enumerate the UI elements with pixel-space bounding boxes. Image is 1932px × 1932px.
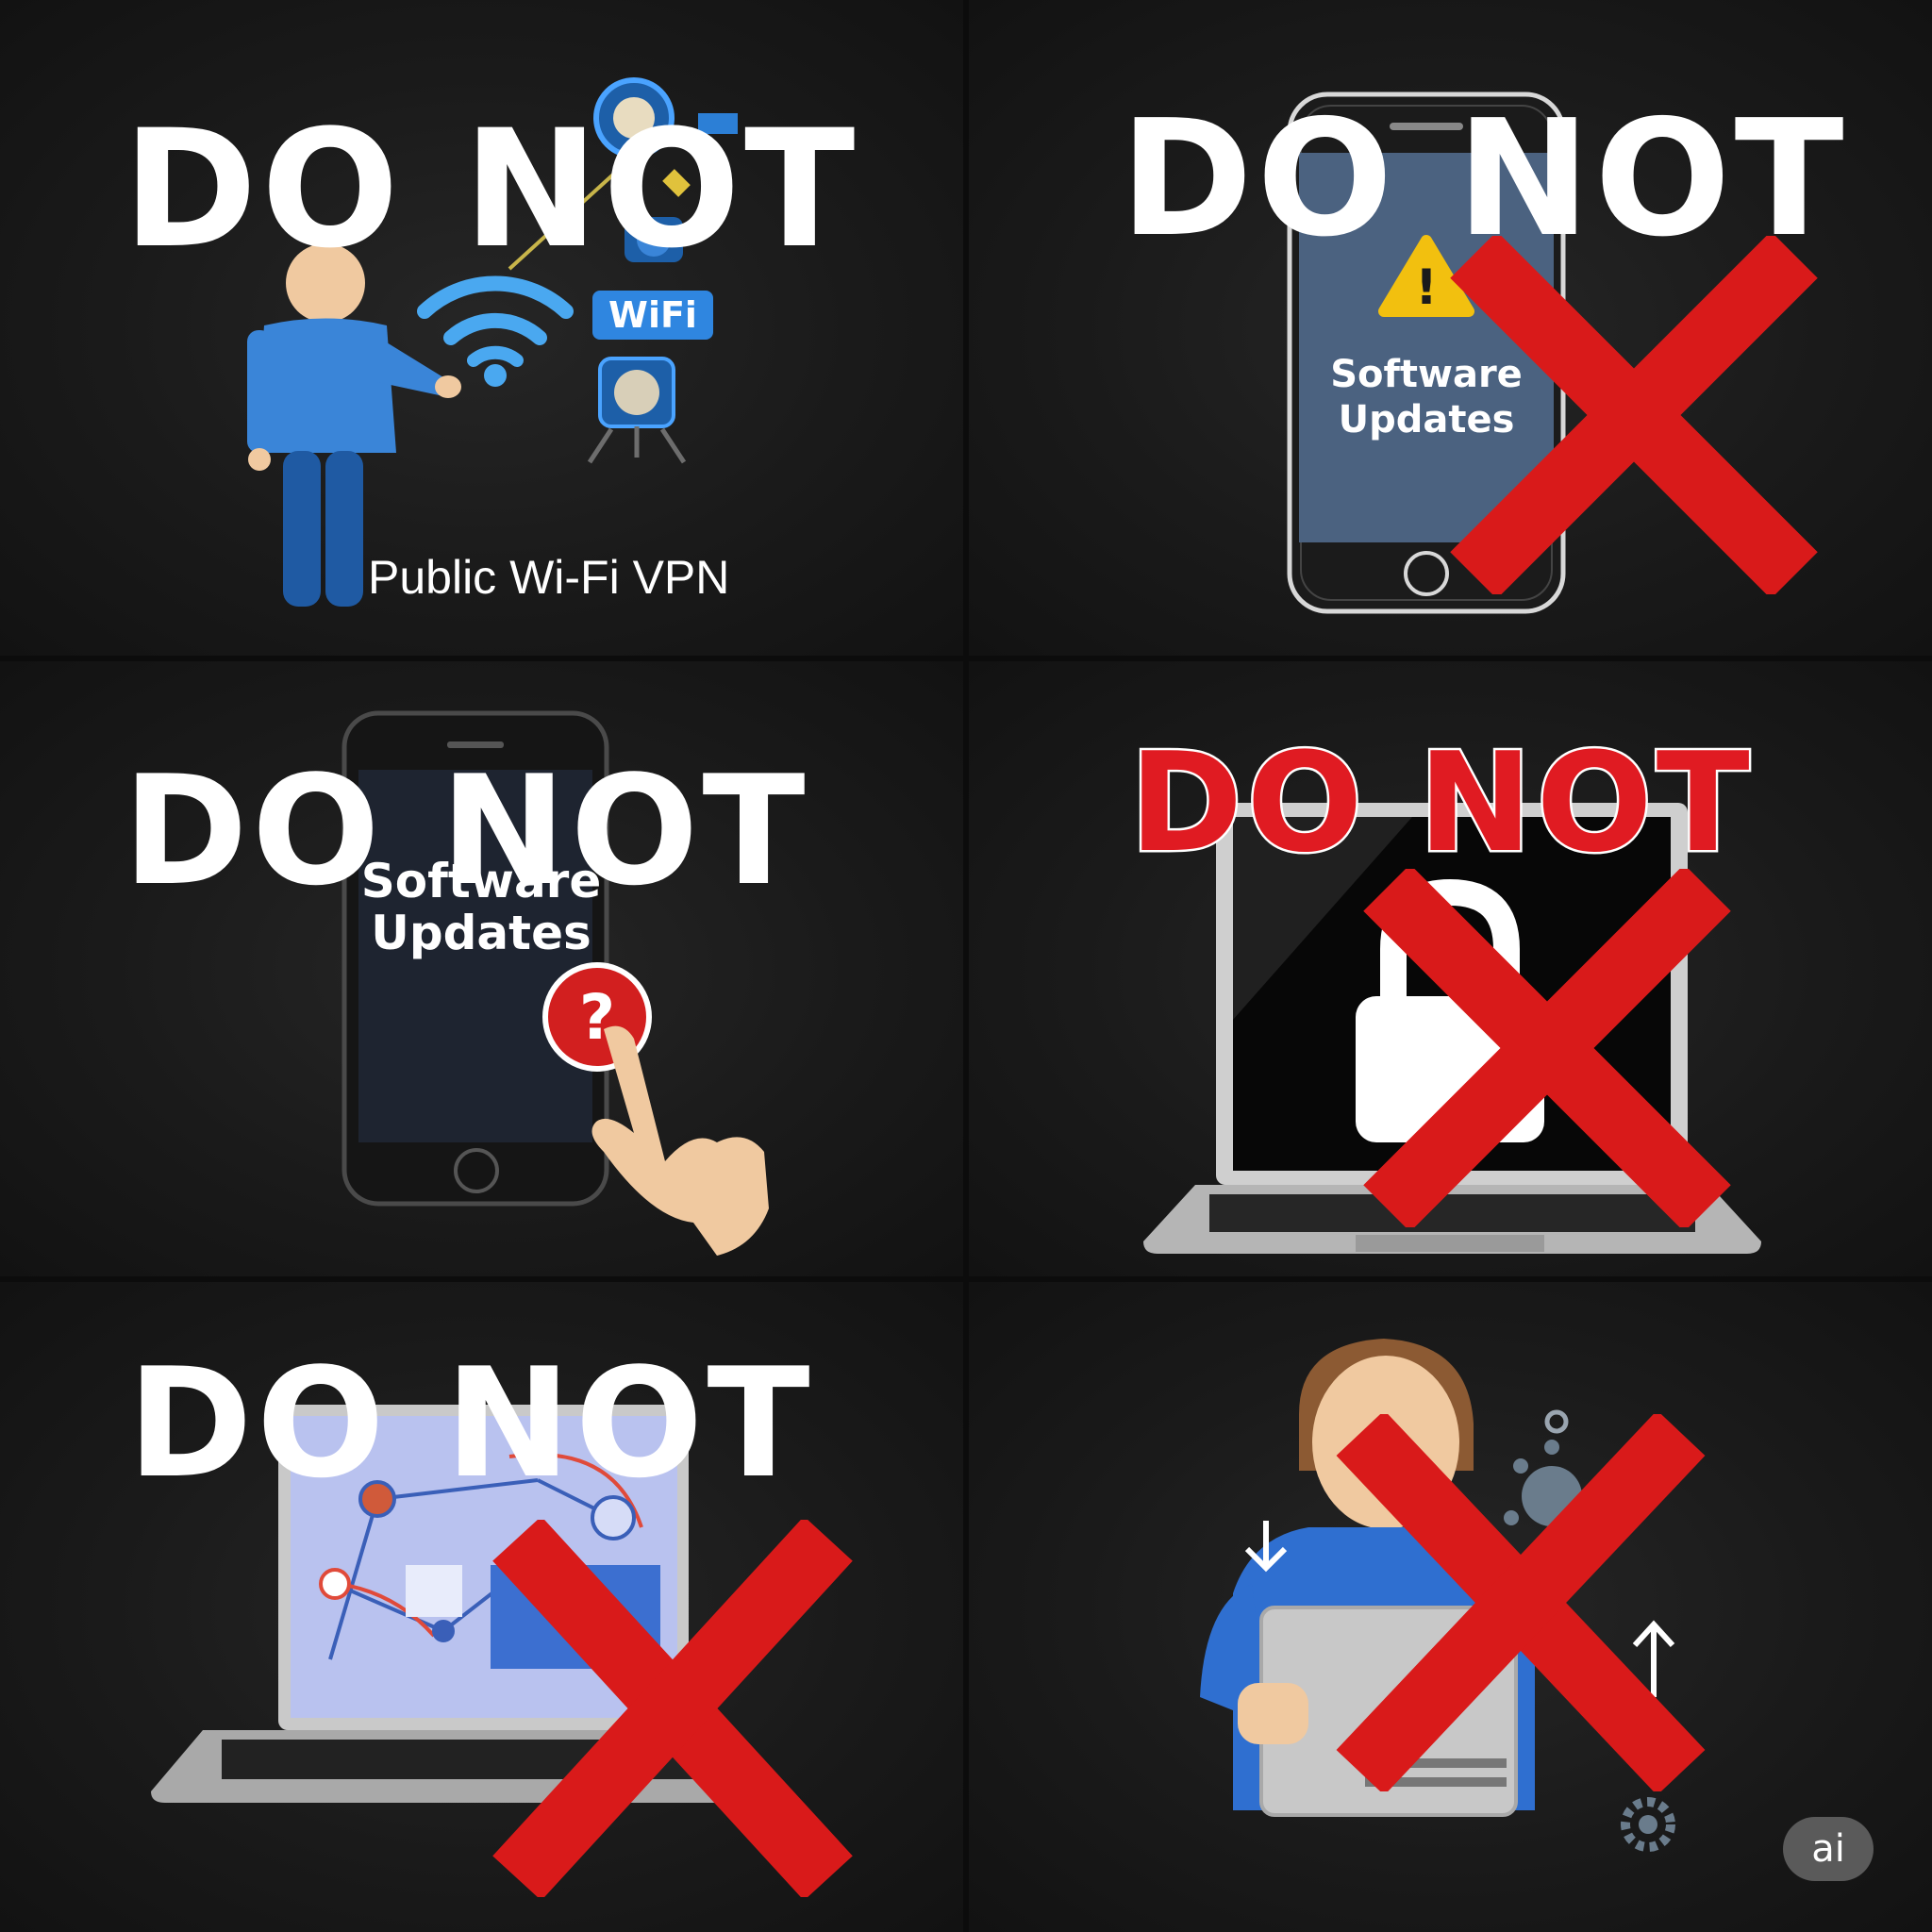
wifi-badge: WiFi xyxy=(592,291,713,340)
cross-icon xyxy=(492,1520,853,1897)
cross-icon xyxy=(1336,1414,1706,1791)
panel-heading: DO NOT xyxy=(123,742,809,919)
cross-icon xyxy=(1363,869,1731,1227)
panel-laptop-network: DO NOT xyxy=(0,1282,963,1932)
panel-heading: DO NOT xyxy=(123,94,859,284)
panel-laptop-lock: DO NOT xyxy=(969,661,1932,1276)
ai-badge: ai xyxy=(1783,1817,1874,1881)
panel-software-updates-click: Software Updates ? DO NOT xyxy=(0,661,963,1276)
panel-heading: DO NOT xyxy=(127,1335,814,1511)
gear-icon xyxy=(1621,1797,1675,1852)
cross-icon xyxy=(1450,236,1818,594)
panel-software-updates-warning: ! Software Updates DO NOT xyxy=(969,0,1932,656)
panel-heading: DO NOT xyxy=(1127,724,1754,883)
pointing-hand-icon xyxy=(591,1025,769,1256)
infographic-grid: WiFi DO NOT Public Wi-Fi VPN ! Software … xyxy=(0,0,1932,1932)
public-wifi-caption: Public Wi-Fi VPN xyxy=(368,551,730,604)
wifi-badge-text: WiFi xyxy=(608,294,697,336)
wifi-icon xyxy=(417,275,574,387)
panel-public-wifi: WiFi DO NOT Public Wi-Fi VPN xyxy=(0,0,963,656)
panel-download-virus: ai xyxy=(969,1282,1932,1932)
satellite-icon xyxy=(587,357,687,464)
